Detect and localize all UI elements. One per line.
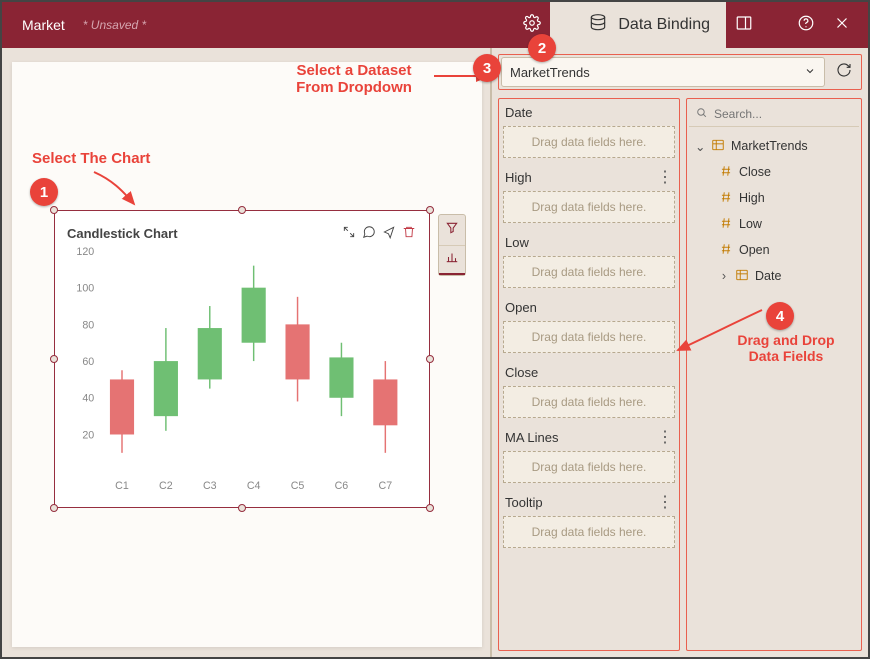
chevron-down-icon — [804, 65, 816, 80]
database-icon — [588, 13, 608, 38]
help-button[interactable] — [788, 2, 824, 48]
tree-label: Low — [739, 217, 762, 231]
slot-menu-button[interactable]: ⋮ — [657, 497, 673, 509]
svg-text:C4: C4 — [247, 480, 261, 492]
tree-label: Date — [755, 269, 781, 283]
table-icon — [735, 268, 749, 285]
resize-handle[interactable] — [50, 504, 58, 512]
close-button[interactable] — [824, 2, 860, 48]
svg-text:C7: C7 — [378, 480, 392, 492]
close-icon — [833, 14, 851, 37]
gear-icon — [523, 14, 541, 37]
resize-handle[interactable] — [50, 355, 58, 363]
tab-data-binding[interactable]: Data Binding — [550, 2, 726, 48]
tree-field-date[interactable]: ›Date — [691, 263, 857, 289]
svg-text:C2: C2 — [159, 480, 173, 492]
binding-dropzone[interactable]: Drag data fields here. — [503, 451, 675, 483]
binding-slot-label: Low — [505, 235, 529, 250]
annotation-badge-1: 1 — [30, 178, 58, 206]
resize-handle[interactable] — [426, 355, 434, 363]
svg-text:20: 20 — [82, 429, 94, 441]
document-status: * Unsaved * — [77, 18, 146, 32]
slot-menu-button[interactable]: ⋮ — [657, 432, 673, 444]
binding-dropzone[interactable]: Drag data fields here. — [503, 386, 675, 418]
binding-slot-open: Open Drag data fields here. — [501, 298, 677, 353]
resize-handle[interactable] — [426, 504, 434, 512]
binding-slot-tooltip: Tooltip ⋮ Drag data fields here. — [501, 493, 677, 548]
number-icon — [719, 242, 733, 259]
binding-slot-close: Close Drag data fields here. — [501, 363, 677, 418]
titlebar: Market * Unsaved * Data Binding — [2, 2, 868, 48]
binding-dropzone[interactable]: Drag data fields here. — [503, 516, 675, 548]
tree-label: MarketTrends — [731, 139, 808, 153]
binding-slot-label: MA Lines — [505, 430, 558, 445]
tab-data-binding-label: Data Binding — [618, 16, 710, 34]
chart-delete-button[interactable] — [399, 223, 419, 243]
help-icon — [797, 14, 815, 37]
resize-handle[interactable] — [238, 504, 246, 512]
svg-text:C5: C5 — [291, 480, 305, 492]
svg-text:60: 60 — [82, 356, 94, 368]
document-name: Market — [10, 17, 77, 33]
binding-slot-ma-lines: MA Lines ⋮ Drag data fields here. — [501, 428, 677, 483]
binding-dropzone[interactable]: Drag data fields here. — [503, 321, 675, 353]
field-search-input[interactable] — [714, 107, 862, 121]
svg-text:40: 40 — [82, 393, 94, 405]
binding-slot-label: Close — [505, 365, 538, 380]
binding-slot-label: Open — [505, 300, 537, 315]
chart-type-button[interactable] — [439, 245, 465, 275]
report-page[interactable]: Candlestick Chart 20406080100120C1C2C3C4… — [12, 62, 482, 647]
refresh-icon — [836, 62, 852, 83]
annotation-badge-4: 4 — [766, 302, 794, 330]
tree-label: High — [739, 191, 765, 205]
svg-text:C3: C3 — [203, 480, 217, 492]
tree-label: Close — [739, 165, 771, 179]
svg-text:C1: C1 — [115, 480, 129, 492]
binding-slot-label: Tooltip — [505, 495, 543, 510]
binding-dropzone[interactable]: Drag data fields here. — [503, 256, 675, 288]
annotation-badge-2: 2 — [528, 34, 556, 62]
resize-handle[interactable] — [50, 206, 58, 214]
trash-icon — [402, 225, 416, 242]
svg-text:C6: C6 — [335, 480, 349, 492]
bar-chart-icon — [445, 250, 459, 269]
svg-text:80: 80 — [82, 319, 94, 331]
dataset-refresh-button[interactable] — [829, 57, 859, 87]
tree-label: Open — [739, 243, 770, 257]
design-canvas[interactable]: Candlestick Chart 20406080100120C1C2C3C4… — [2, 48, 492, 657]
binding-slot-low: Low Drag data fields here. — [501, 233, 677, 288]
tree-field-open[interactable]: Open — [691, 237, 857, 263]
panel-layout-icon — [735, 14, 753, 37]
panels-button[interactable] — [726, 2, 762, 48]
annotation-badge-3: 3 — [473, 54, 501, 82]
